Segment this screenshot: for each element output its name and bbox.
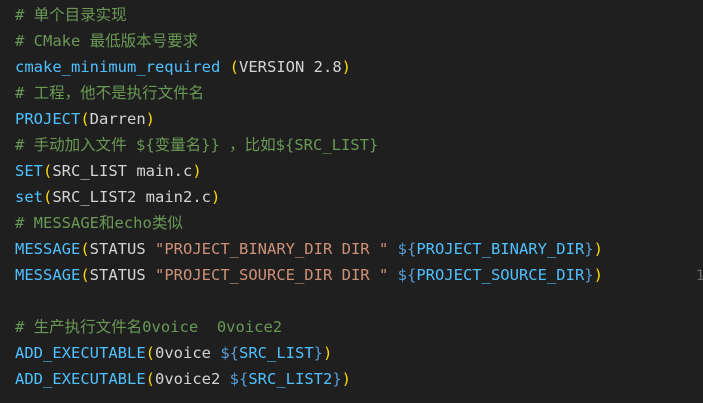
code-token: ( (80, 240, 90, 258)
code-line[interactable]: PROJECT(Darren) (15, 106, 155, 132)
code-token: ${ (229, 370, 249, 388)
code-token: SRC_LIST2 (248, 370, 333, 388)
code-token: ( (145, 344, 155, 362)
code-token: ) (341, 370, 352, 388)
code-token: ( (80, 266, 90, 284)
code-token: SRC_LIST main.c (52, 162, 193, 180)
code-token: ) (192, 162, 202, 180)
code-token: ) (323, 344, 333, 362)
code-line[interactable]: set(SRC_LIST2 main2.c) (15, 184, 220, 210)
code-token: ) (210, 188, 221, 206)
gutter-hint: 1 (696, 268, 703, 284)
code-token: ${ (397, 240, 417, 258)
code-token: ADD_EXECUTABLE (15, 344, 146, 362)
code-token: } (584, 266, 594, 284)
code-token: # 单个目录实现 (15, 6, 127, 24)
code-token: cmake_minimum_required (15, 58, 221, 76)
code-line[interactable]: # 单个目录实现 (15, 2, 127, 28)
code-token: PROJECT_BINARY_DIR (416, 240, 585, 258)
code-token: PROJECT_SOURCE_DIR (416, 266, 585, 284)
code-line[interactable]: # 工程，他不是执行文件名 (15, 80, 204, 106)
code-token: # 生产执行文件名0voice 0voice2 (15, 318, 283, 336)
code-token: STATUS (89, 240, 155, 258)
code-token: ( (43, 188, 53, 206)
code-line[interactable]: MESSAGE(STATUS "PROJECT_BINARY_DIR DIR "… (15, 236, 603, 262)
code-token: ) (593, 240, 603, 258)
code-token: VERSION 2.8 (239, 58, 342, 76)
code-token: 0voice2 (155, 370, 230, 388)
code-token: PROJECT (15, 110, 81, 128)
code-token: ${ (220, 344, 239, 362)
code-editor[interactable]: # 单个目录实现 # CMake 最低版本号要求 cmake_minimum_r… (0, 0, 703, 403)
code-line[interactable]: ADD_EXECUTABLE(0voice2 ${SRC_LIST2}) (15, 366, 351, 392)
code-line[interactable]: cmake_minimum_required (VERSION 2.8) (15, 54, 351, 80)
code-token: # MESSAGE和echo类似 (15, 214, 183, 232)
code-token: ) (593, 266, 603, 284)
code-token: SRC_LIST2 main2.c (52, 188, 211, 206)
code-token: STATUS (89, 266, 155, 284)
code-token: # 工程，他不是执行文件名 (15, 84, 205, 102)
code-line[interactable]: # 生产执行文件名0voice 0voice2 (15, 314, 282, 340)
code-token: SRC_LIST (239, 344, 314, 362)
code-line[interactable]: # MESSAGE和echo类似 (15, 210, 183, 236)
code-token: } (313, 344, 323, 362)
code-token: ) (341, 58, 351, 76)
code-line[interactable]: MESSAGE(STATUS "PROJECT_SOURCE_DIR DIR "… (15, 262, 603, 288)
code-token: "PROJECT_BINARY_DIR DIR " (155, 240, 389, 258)
code-token: ( (43, 162, 53, 180)
code-token: # 手动加入文件 ${变量名}} ，比如${SRC_LIST} (15, 136, 379, 154)
code-token: ${ (397, 266, 417, 284)
code-token: } (332, 370, 342, 388)
code-line[interactable]: ADD_EXECUTABLE(0voice ${SRC_LIST}) (15, 340, 332, 366)
code-token: Darren (89, 110, 146, 128)
code-token: } (584, 240, 594, 258)
code-token: MESSAGE (15, 266, 81, 284)
code-line[interactable]: SET(SRC_LIST main.c) (15, 158, 202, 184)
code-token: ) (145, 110, 156, 128)
code-token: 0voice (155, 344, 221, 362)
code-token: # CMake 最低版本号要求 (15, 32, 199, 50)
code-token: ( (229, 58, 239, 76)
code-token: ( (145, 370, 155, 388)
code-token: MESSAGE (15, 240, 81, 258)
code-token: ADD_EXECUTABLE (15, 370, 146, 388)
code-token: "PROJECT_SOURCE_DIR DIR " (155, 266, 389, 284)
code-line[interactable]: # CMake 最低版本号要求 (15, 28, 198, 54)
code-token: SET (15, 162, 43, 180)
code-token: ( (80, 110, 90, 128)
code-line[interactable]: # 手动加入文件 ${变量名}} ，比如${SRC_LIST} (15, 132, 378, 158)
code-token: set (15, 188, 43, 206)
